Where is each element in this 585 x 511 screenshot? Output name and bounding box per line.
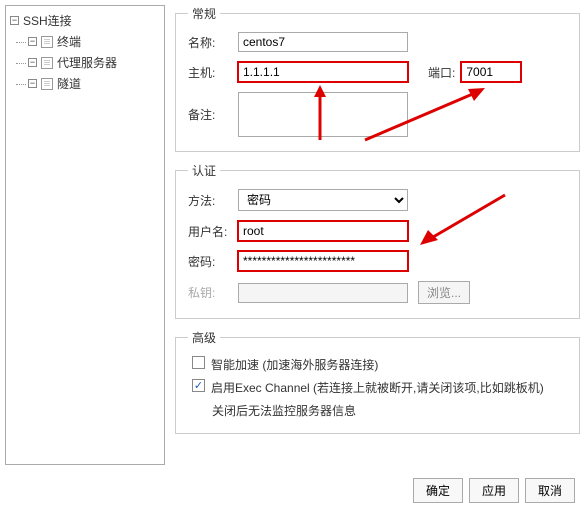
- advanced-group: 高级 智能加速 (加速海外服务器连接) ✓ 启用Exec Channel (若连…: [175, 329, 580, 434]
- port-label: 端口:: [428, 64, 455, 81]
- tree-item-label: 隧道: [57, 75, 81, 92]
- checkbox-unchecked-icon[interactable]: [192, 356, 205, 369]
- tree-panel: − SSH连接 − 终端 − 代理服务器 − 隧道: [5, 5, 165, 465]
- leaf-icon: −: [28, 58, 37, 67]
- username-input[interactable]: [238, 221, 408, 241]
- tree-item-label: 代理服务器: [57, 54, 117, 71]
- tree-item-label: 终端: [57, 33, 81, 50]
- key-label: 私钥:: [188, 284, 238, 301]
- tree-root-label: SSH连接: [23, 12, 72, 29]
- user-label: 用户名:: [188, 223, 238, 240]
- password-input[interactable]: [238, 251, 408, 271]
- settings-panel: 常规 名称: 主机: 端口: 备注: 认证 方法: 密码: [165, 5, 580, 465]
- leaf-icon: −: [28, 79, 37, 88]
- method-select[interactable]: 密码: [238, 189, 408, 211]
- dialog-footer: 确定 应用 取消: [413, 478, 575, 503]
- auth-group: 认证 方法: 密码 用户名: 密码: 私钥: 浏览...: [175, 162, 580, 319]
- private-key-input: [238, 283, 408, 303]
- host-label: 主机:: [188, 64, 238, 81]
- pass-label: 密码:: [188, 253, 238, 270]
- tree-item-terminal[interactable]: − 终端: [8, 31, 162, 52]
- cancel-button[interactable]: 取消: [525, 478, 575, 503]
- leaf-icon: −: [28, 37, 37, 46]
- host-input[interactable]: [238, 62, 408, 82]
- advanced-legend: 高级: [188, 329, 220, 346]
- name-label: 名称:: [188, 34, 238, 51]
- collapse-icon[interactable]: −: [10, 16, 19, 25]
- auth-legend: 认证: [188, 162, 220, 179]
- name-input[interactable]: [238, 32, 408, 52]
- remark-input[interactable]: [238, 92, 408, 137]
- document-icon: [41, 36, 53, 48]
- exec-channel-sublabel: 关闭后无法监控服务器信息: [188, 402, 567, 419]
- ok-button[interactable]: 确定: [413, 478, 463, 503]
- port-input[interactable]: [461, 62, 521, 82]
- tree-root-ssh[interactable]: − SSH连接: [8, 10, 162, 31]
- checkbox-checked-icon[interactable]: ✓: [192, 379, 205, 392]
- method-label: 方法:: [188, 192, 238, 209]
- smart-accel-label: 智能加速 (加速海外服务器连接): [211, 356, 378, 373]
- remark-label: 备注:: [188, 106, 238, 123]
- browse-button: 浏览...: [418, 281, 470, 304]
- tree-item-proxy[interactable]: − 代理服务器: [8, 52, 162, 73]
- general-legend: 常规: [188, 5, 220, 22]
- tree-item-tunnel[interactable]: − 隧道: [8, 73, 162, 94]
- document-icon: [41, 78, 53, 90]
- exec-channel-label: 启用Exec Channel (若连接上就被断开,请关闭该项,比如跳板机): [211, 379, 544, 396]
- document-icon: [41, 57, 53, 69]
- general-group: 常规 名称: 主机: 端口: 备注:: [175, 5, 580, 152]
- apply-button[interactable]: 应用: [469, 478, 519, 503]
